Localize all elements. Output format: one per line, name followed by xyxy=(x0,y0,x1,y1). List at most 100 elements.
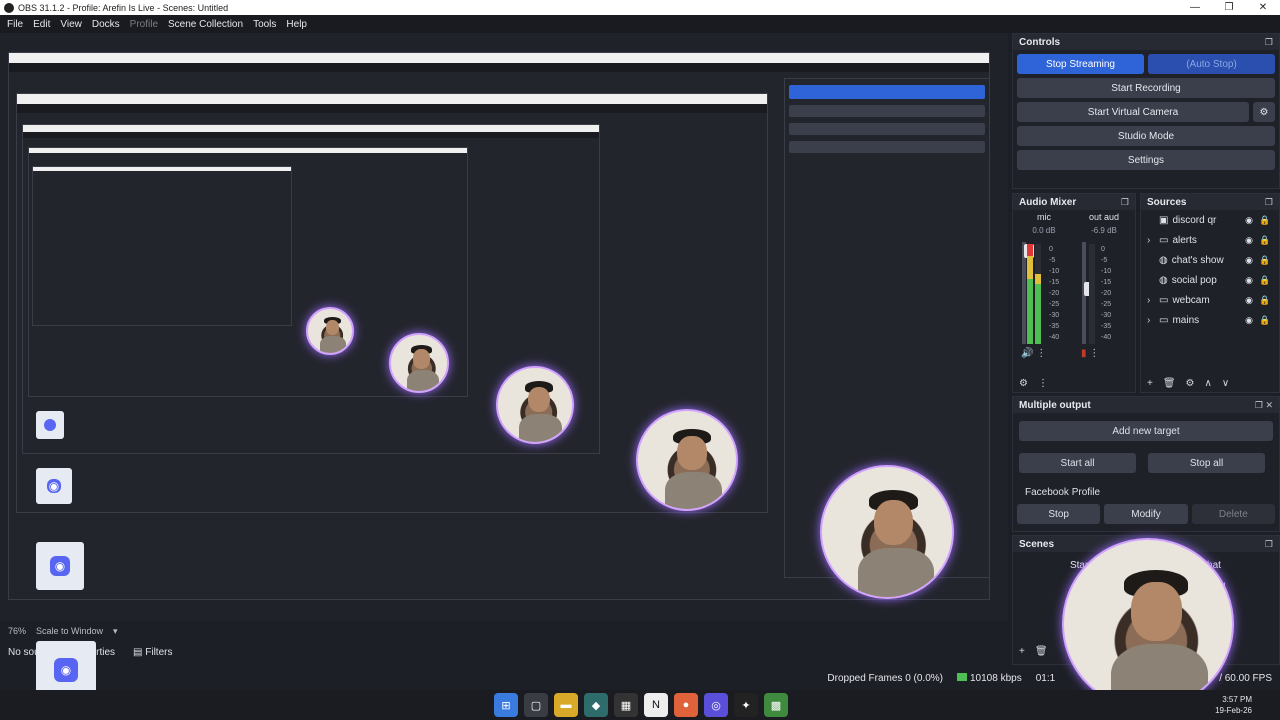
speaker-icon[interactable]: 🔊 xyxy=(1021,348,1033,359)
add-icon[interactable]: + xyxy=(1147,378,1153,389)
chevron-right-icon[interactable]: › xyxy=(1147,235,1159,246)
lock-icon[interactable]: 🔒 xyxy=(1257,235,1273,246)
eye-icon[interactable]: ◉ xyxy=(1241,295,1257,306)
obs-taskbar-icon[interactable]: ◎ xyxy=(704,693,728,717)
start-recording-button[interactable]: Start Recording xyxy=(1017,78,1275,98)
folder-icon: ▭ xyxy=(1159,234,1169,246)
window-title: OBS 31.1.2 - Profile: Arefin Is Live - S… xyxy=(18,2,229,13)
gear-icon[interactable]: ⚙ xyxy=(1019,378,1028,389)
preview-zoom-bar: 76% Scale to Window ▾ xyxy=(0,621,1008,641)
add-icon[interactable]: + xyxy=(1019,646,1025,657)
firefox-icon[interactable]: ● xyxy=(674,693,698,717)
multiple-output-title: Multiple output ❐ ✕ xyxy=(1013,397,1279,413)
eye-icon[interactable]: ◉ xyxy=(1241,215,1257,226)
gear-icon[interactable]: ⚙ xyxy=(1186,378,1195,389)
studio-mode-button[interactable]: Studio Mode xyxy=(1017,126,1275,146)
zoom-level[interactable]: 76% xyxy=(8,626,26,636)
eye-icon[interactable]: ◉ xyxy=(1241,275,1257,286)
lock-icon[interactable]: 🔒 xyxy=(1257,315,1273,326)
dock-float-icon[interactable]: ❐ xyxy=(1265,37,1273,48)
discord-qr-image: ◉ xyxy=(36,542,84,590)
bitrate: 10108 kbps xyxy=(957,672,1022,684)
menu-docks[interactable]: Docks xyxy=(87,19,125,30)
windows-start-icon[interactable]: ⊞ xyxy=(494,693,518,717)
chevron-right-icon[interactable]: › xyxy=(1147,315,1159,326)
start-virtual-camera-button[interactable]: Start Virtual Camera xyxy=(1017,102,1249,122)
lock-icon[interactable]: 🔒 xyxy=(1257,215,1273,226)
task-view-icon[interactable]: ▢ xyxy=(524,693,548,717)
fps: / 60.00 FPS xyxy=(1219,672,1272,684)
stop-target-button[interactable]: Stop xyxy=(1017,504,1101,524)
chevron-right-icon[interactable]: › xyxy=(1147,295,1159,306)
source-item[interactable]: › ▭ alerts ◉ 🔒 xyxy=(1141,230,1279,250)
settings-button[interactable]: Settings xyxy=(1017,150,1275,170)
dock-float-icon[interactable]: ❐ xyxy=(1265,197,1273,208)
notion-icon[interactable]: N xyxy=(644,693,668,717)
menu-dots-icon[interactable]: ⋮ xyxy=(1089,348,1099,359)
menu-dots-icon[interactable]: ⋮ xyxy=(1038,378,1048,389)
obs-logo-icon xyxy=(4,2,14,13)
menu-edit[interactable]: Edit xyxy=(28,19,55,30)
app-icon[interactable]: ◆ xyxy=(584,693,608,717)
eye-icon[interactable]: ◉ xyxy=(1241,315,1257,326)
trash-icon[interactable]: 🗑 xyxy=(1035,646,1048,657)
discord-icon: ◉ xyxy=(46,478,62,494)
virtual-camera-gear-icon[interactable]: ⚙ xyxy=(1253,102,1275,122)
dock-float-icon[interactable]: ❐ xyxy=(1265,539,1273,550)
stop-all-button[interactable]: Stop all xyxy=(1148,453,1265,473)
trash-icon[interactable]: 🗑 xyxy=(1163,378,1176,389)
lock-icon[interactable]: 🔒 xyxy=(1257,295,1273,306)
arrow-up-icon[interactable]: ∧ xyxy=(1205,378,1212,389)
start-all-button[interactable]: Start all xyxy=(1019,453,1136,473)
source-item[interactable]: › ▭ mains ◉ 🔒 xyxy=(1141,310,1279,330)
menu-tools[interactable]: Tools xyxy=(248,19,281,30)
maximize-button[interactable]: ❐ xyxy=(1212,2,1246,13)
menu-scene-collection[interactable]: Scene Collection xyxy=(163,19,248,30)
menu-file[interactable]: File xyxy=(2,19,28,30)
webcam-circle-2 xyxy=(636,409,738,511)
dock-close-icon[interactable]: ❐ ✕ xyxy=(1255,400,1273,411)
preview-canvas[interactable]: ◉ ◉ xyxy=(0,33,1008,621)
eye-icon[interactable]: ◉ xyxy=(1241,235,1257,246)
source-item[interactable]: ▣ discord qr ◉ 🔒 xyxy=(1141,210,1279,230)
nested-obs-window-5 xyxy=(32,166,292,326)
close-button[interactable]: ✕ xyxy=(1246,2,1280,13)
minimize-button[interactable]: — xyxy=(1178,2,1212,13)
lock-icon[interactable]: 🔒 xyxy=(1257,275,1273,286)
menu-dots-icon[interactable]: ⋮ xyxy=(1036,348,1046,359)
auto-stop-button[interactable]: (Auto Stop) xyxy=(1148,54,1275,74)
source-item[interactable]: ◍ chat's show ◉ 🔒 xyxy=(1141,250,1279,270)
menu-view[interactable]: View xyxy=(55,19,87,30)
streamdeck-icon[interactable]: ✦ xyxy=(734,693,758,717)
add-new-target-button[interactable]: Add new target xyxy=(1019,421,1273,441)
delete-target-button[interactable]: Delete xyxy=(1191,504,1275,524)
modify-target-button[interactable]: Modify xyxy=(1104,504,1188,524)
calendar-icon[interactable]: ▦ xyxy=(614,693,638,717)
source-item[interactable]: ◍ social pop ◉ 🔒 xyxy=(1141,270,1279,290)
stream-time: 01:1 xyxy=(1035,672,1056,684)
meter-scale: 0 -5 -10 -15 -20 -25 -30 -35 -40 xyxy=(1049,246,1060,341)
filters-button[interactable]: ▤ Filters xyxy=(133,647,172,658)
sources-toolbar: + 🗑 ⚙ ∧ ∨ xyxy=(1141,374,1279,392)
arrow-down-icon[interactable]: ∨ xyxy=(1222,378,1229,389)
webcam-circle-4 xyxy=(389,333,449,393)
file-explorer-icon[interactable]: ▬ xyxy=(554,693,578,717)
dock-float-icon[interactable]: ❐ xyxy=(1121,197,1129,208)
volume-fader[interactable] xyxy=(1022,242,1034,344)
taskbar: ⊞ ▢ ▬ ◆ ▦ N ● ◎ ✦ ▩ 3:57 PM 19-Feb-26 xyxy=(0,690,1280,720)
menu-profile[interactable]: Profile xyxy=(125,19,163,30)
stop-streaming-button[interactable]: Stop Streaming xyxy=(1017,54,1144,74)
lock-icon[interactable]: 🔒 xyxy=(1257,255,1273,266)
status-bar: Dropped Frames 0 (0.0%) 10108 kbps 01:1 … xyxy=(0,668,1280,688)
source-toolbar: No sou ⚙ Properties ▤ Filters xyxy=(0,641,1008,663)
muted-icon[interactable]: ▮ xyxy=(1081,348,1087,359)
eye-icon[interactable]: ◉ xyxy=(1241,255,1257,266)
source-item[interactable]: › ▭ webcam ◉ 🔒 xyxy=(1141,290,1279,310)
menu-help[interactable]: Help xyxy=(281,19,312,30)
system-clock[interactable]: 3:57 PM 19-Feb-26 xyxy=(1215,694,1252,716)
volume-fader[interactable] xyxy=(1082,242,1094,344)
scale-mode-select[interactable]: Scale to Window xyxy=(36,626,103,636)
chevron-down-icon[interactable]: ▾ xyxy=(113,626,118,637)
volume-meter xyxy=(1089,244,1095,344)
app-icon-2[interactable]: ▩ xyxy=(764,693,788,717)
